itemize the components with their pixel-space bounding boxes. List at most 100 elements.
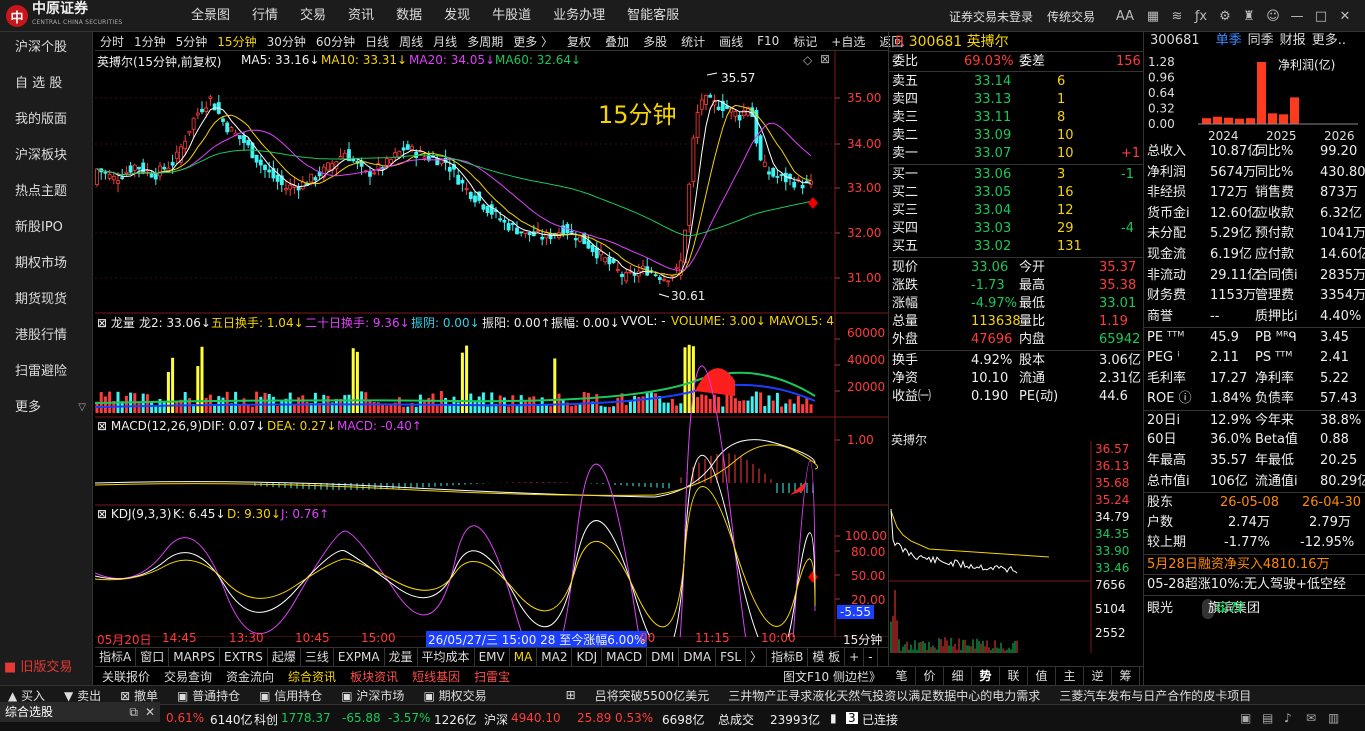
indicator-tab[interactable]: 三线: [301, 647, 334, 667]
order-button[interactable]: ▲ 买入: [0, 687, 56, 704]
period-button[interactable]: 30分钟: [262, 33, 311, 50]
left-nav-item[interactable]: 热点主题: [0, 176, 92, 212]
order-book-row[interactable]: 卖三 33.11 8: [889, 109, 1143, 127]
chart-tool-button[interactable]: 统计: [676, 33, 710, 50]
order-button[interactable]: ⊠ 撤单: [112, 687, 169, 704]
bottom-link[interactable]: 板块资讯: [343, 668, 405, 685]
popout-icon[interactable]: ⧉: [129, 702, 138, 722]
order-book-row[interactable]: 卖二 33.09 10: [889, 127, 1143, 145]
period-button[interactable]: 分时: [95, 33, 129, 50]
order-button[interactable]: ▣ 普通持仓: [169, 687, 251, 704]
order-book-row[interactable]: 买一 33.06 3 -1: [889, 166, 1143, 184]
indicator-tab[interactable]: 平均成本: [418, 647, 475, 667]
order-book-row[interactable]: 买五 33.02 131: [889, 238, 1143, 256]
font-size-icon[interactable]: AA: [1114, 9, 1136, 24]
ticker-news[interactable]: 吕将突破5500亿美元: [587, 687, 721, 704]
top-nav-item[interactable]: 业务办理: [542, 0, 616, 32]
order-button[interactable]: ▣ 期权交易: [415, 687, 497, 704]
user-icon[interactable]: ☺: [1266, 9, 1280, 24]
chart-tool-button[interactable]: F10: [752, 34, 784, 48]
close-icon[interactable]: ✕: [145, 702, 155, 722]
indicator-tab[interactable]: +: [845, 647, 865, 667]
left-nav-item[interactable]: 自 选 股: [0, 68, 92, 104]
finance-tab[interactable]: 同季: [1248, 32, 1274, 50]
flag-stock-badge[interactable]: 旗滨集团 6.77 -2.5: [1202, 599, 1260, 620]
detail-tab[interactable]: 主: [1056, 667, 1084, 685]
indicator-tab[interactable]: 指标A: [95, 647, 137, 667]
indicator-tab[interactable]: -: [864, 647, 878, 667]
status-icon[interactable]: ▣: [1240, 711, 1251, 725]
period-button[interactable]: 月线: [428, 33, 462, 50]
indicator-tab[interactable]: 起爆: [268, 647, 301, 667]
period-button[interactable]: 更多 〉: [508, 33, 558, 50]
minimize-icon[interactable]: —: [1290, 9, 1304, 24]
detail-tab[interactable]: 势: [972, 667, 1000, 685]
chart-tool-button[interactable]: 叠加: [600, 33, 634, 50]
left-nav-item[interactable]: 沪深板块: [0, 140, 92, 176]
detail-tab[interactable]: 联: [1000, 667, 1028, 685]
status-icon[interactable]: ▤: [1262, 711, 1273, 725]
top-nav-item[interactable]: 发现: [433, 0, 481, 32]
ticker-news[interactable]: 三菱汽车发布与日产合作的皮卡项目: [1051, 687, 1262, 704]
bottom-link[interactable]: 关联报价: [95, 668, 157, 685]
top-nav-item[interactable]: 数据: [385, 0, 433, 32]
kline-chart[interactable]: 英搏尔(15分钟,前复权) MA5: 33.16↓ MA10: 33.31↓ M…: [95, 51, 888, 648]
indicator-tab[interactable]: 窗口: [136, 647, 170, 667]
order-button[interactable]: ▼ 卖出: [56, 687, 112, 704]
detail-tab[interactable]: 筹: [1112, 667, 1140, 685]
order-book-row[interactable]: 买三 33.04 12: [889, 202, 1143, 220]
detail-tab[interactable]: 值: [1028, 667, 1056, 685]
detail-tab[interactable]: 细: [944, 667, 972, 685]
top-nav-item[interactable]: 全景图: [180, 0, 241, 32]
top-nav-item[interactable]: 交易: [289, 0, 337, 32]
detail-tab[interactable]: 价: [916, 667, 944, 685]
period-button[interactable]: 5分钟: [171, 33, 213, 50]
intraday-chart[interactable]: 英搏尔 36.57 36.13 35.68 35.24 34.79 34.35 …: [888, 431, 1143, 666]
add-icon[interactable]: ⊞: [558, 688, 587, 702]
period-button[interactable]: 1分钟: [129, 33, 171, 50]
period-button[interactable]: 多周期: [462, 33, 508, 50]
settings-icon[interactable]: ⚙: [1218, 9, 1232, 24]
smart-select-panel[interactable]: 综合选股 ⧉ ✕: [0, 702, 160, 722]
maximize-icon[interactable]: □: [1314, 9, 1328, 24]
period-button[interactable]: 15分钟: [212, 33, 261, 50]
finance-tab[interactable]: 单季: [1216, 32, 1242, 50]
bottom-link[interactable]: 综合资讯: [281, 668, 343, 685]
bottom-link[interactable]: 短线基因: [405, 668, 467, 685]
order-book-row[interactable]: 卖四 33.13 1: [889, 91, 1143, 109]
status-icon[interactable]: ▥: [1328, 711, 1339, 725]
news-row[interactable]: 05-28超涨10%:无人驾驶+低空经: [1144, 574, 1365, 595]
finance-tab[interactable]: 财报: [1280, 32, 1306, 50]
top-nav-item[interactable]: 资讯: [337, 0, 385, 32]
status-icon[interactable]: ✉: [1306, 711, 1316, 725]
bottom-link[interactable]: 图文F10 侧边栏》: [776, 668, 888, 685]
margin-note[interactable]: 5月28日融资净买入4810.16万: [1144, 553, 1365, 575]
top-nav-item[interactable]: 行情: [241, 0, 289, 32]
diamond-icon[interactable]: ◇: [803, 53, 812, 67]
close-panel-icon[interactable]: ⊠: [820, 52, 830, 66]
left-nav-item[interactable]: 我的版面: [0, 104, 92, 140]
chart-tool-button[interactable]: 画线: [714, 33, 748, 50]
left-nav-item[interactable]: 扫雷避险: [0, 356, 92, 392]
indicator-tab[interactable]: MA2: [537, 647, 573, 667]
indicator-tab[interactable]: 〉: [746, 647, 768, 667]
left-nav-item[interactable]: 期权市场: [0, 248, 92, 284]
left-nav-item[interactable]: 新股IPO: [0, 212, 92, 248]
indicator-tab[interactable]: FSL: [716, 647, 747, 667]
order-book-row[interactable]: 卖五 33.14 6: [889, 73, 1143, 91]
order-button[interactable]: ▣ 信用持仓: [251, 687, 333, 704]
close-icon[interactable]: ✕: [1338, 9, 1352, 24]
formula-icon[interactable]: ƒx: [1194, 9, 1208, 24]
indicator-tab[interactable]: 模 板: [808, 647, 846, 667]
chart-tool-button[interactable]: 多股: [638, 33, 672, 50]
bottom-link[interactable]: 资金流向: [219, 668, 281, 685]
indicator-tab[interactable]: 指标B: [767, 647, 809, 667]
top-nav-item[interactable]: 牛股道: [481, 0, 542, 32]
left-nav-item[interactable]: 期货现货: [0, 284, 92, 320]
left-nav-item[interactable]: 沪深个股: [0, 32, 92, 68]
old-trade-link[interactable]: ■ 旧版交易: [4, 656, 72, 675]
chart-tool-button[interactable]: 标记: [788, 33, 822, 50]
stack-icon[interactable]: ≋: [1170, 9, 1184, 24]
traditional-trade-link[interactable]: 传统交易: [1047, 8, 1095, 25]
indicator-tab[interactable]: KDJ: [572, 647, 603, 667]
